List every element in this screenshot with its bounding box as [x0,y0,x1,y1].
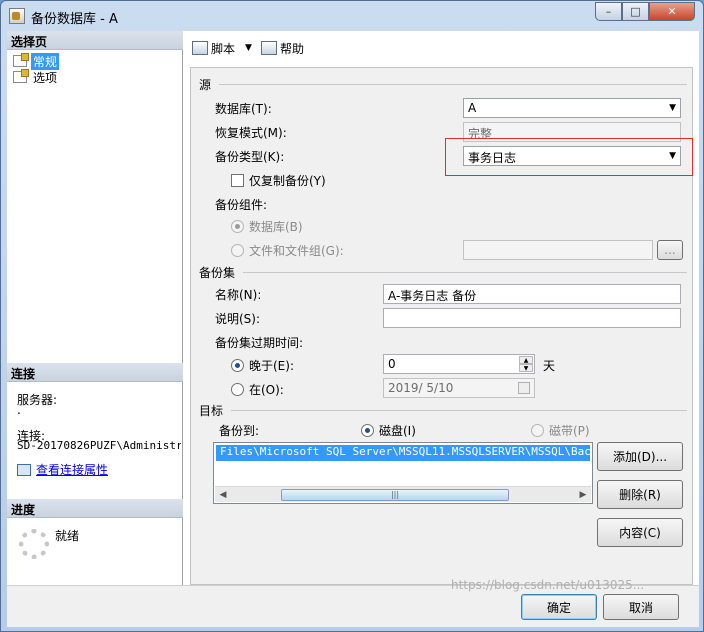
component-database-label: 数据库(B) [249,220,303,234]
page-icon [13,69,29,83]
expire-on-date-picker[interactable]: 2019/ 5/10 [383,378,535,398]
select-page-header: 选择页 [7,31,183,50]
dialog-client: 选择页 常规 选项 连接 服务器: . 连接: SD-20170826PUZF\… [7,31,699,627]
database-select[interactable]: A ▼ [463,98,681,118]
tape-label: 磁带(P) [549,424,590,438]
backup-set-group-label: 备份集 [199,266,236,280]
nav-item-options[interactable]: 选项 [13,69,59,85]
help-label: 帮助 [280,41,305,56]
progress-header: 进度 [7,499,183,518]
title-bar[interactable]: 备份数据库 - A – □ ✕ [1,1,703,31]
toolbar: 脚本 ▼ 帮助 [184,31,699,63]
expires-label: 备份集过期时间: [215,336,304,350]
copy-only-label: 仅复制备份(Y) [249,174,326,188]
help-button[interactable]: 帮助 [261,39,304,57]
chevron-down-icon[interactable]: ▼ [245,43,252,53]
scroll-right-icon[interactable]: ▶ [575,487,591,502]
right-pane: 脚本 ▼ 帮助 源 数据库(T): A ▼ 恢复模式(M): 完整 备份类型(K… [184,31,699,585]
backup-to-label: 备份到: [219,424,260,438]
contents-button[interactable]: 内容(C) [597,518,683,547]
connection-header: 连接 [7,363,183,382]
server-label: 服务器: [17,393,58,407]
server-value: . [17,403,21,417]
recovery-model-label: 恢复模式(M): [215,126,287,140]
add-destination-button[interactable]: 添加(D)... [597,442,683,471]
database-app-icon [9,8,25,24]
remove-destination-button[interactable]: 删除(R) [597,480,683,509]
source-group-label: 源 [199,78,212,92]
close-button[interactable]: ✕ [649,2,695,21]
disk-radio[interactable] [361,424,374,437]
script-icon [192,41,208,55]
maximize-button[interactable]: □ [622,2,649,21]
nav-item-general[interactable]: 常规 [13,52,60,70]
watermark-text: https://blog.csdn.net/u013025... [451,578,645,592]
backup-component-label: 备份组件: [215,198,268,212]
tape-radio[interactable] [531,424,544,437]
copy-only-checkbox[interactable] [231,174,244,187]
chevron-down-icon: ▼ [669,103,676,113]
stepper-buttons[interactable]: ▲ ▼ [519,356,533,372]
component-database-radio[interactable] [231,220,244,233]
component-files-label: 文件和文件组(G): [249,244,344,258]
progress-status: 就绪 [55,529,80,543]
properties-icon [17,463,31,476]
calendar-icon [518,382,530,394]
window-title: 备份数据库 - A [31,12,118,27]
expire-after-radio[interactable] [231,359,244,372]
group-divider [219,84,687,85]
days-unit-label: 天 [543,359,556,373]
files-field [463,240,653,260]
expire-on-value: 2019/ 5/10 [388,381,454,395]
view-connection-properties-text: 查看连接属性 [36,463,109,477]
database-value: A [468,101,477,115]
description-input[interactable] [383,308,681,328]
database-label: 数据库(T): [215,102,272,116]
list-item[interactable]: Files\Microsoft SQL Server\MSSQL11.MSSQL… [216,445,590,461]
script-button[interactable]: 脚本 ▼ [192,39,252,57]
script-label: 脚本 [211,41,236,56]
connection-value: SD-20170826PUZF\Administrat [17,439,181,452]
nav-item-label: 选项 [33,70,58,85]
name-input[interactable]: A-事务日志 备份 [383,284,681,304]
name-label: 名称(N): [215,288,262,302]
expire-after-stepper[interactable]: 0 ▲ ▼ [383,354,535,374]
cancel-button[interactable]: 取消 [603,594,679,620]
view-connection-properties-link[interactable]: 查看连接属性 [17,461,108,478]
expire-on-radio[interactable] [231,383,244,396]
scroll-left-icon[interactable]: ◀ [215,487,231,502]
backup-database-window: 备份数据库 - A – □ ✕ 选择页 常规 选项 连接 服务器: . 连接: … [0,0,704,632]
group-divider [243,272,687,273]
browse-files-button[interactable]: ... [657,240,683,260]
caption-buttons: – □ ✕ [595,2,695,21]
group-divider [231,410,687,411]
expire-after-label: 晚于(E): [249,359,294,373]
destination-group-label: 目标 [199,404,224,418]
expire-after-value: 0 [388,357,396,371]
progress-spinner-icon [19,529,49,559]
nav-item-label: 常规 [31,52,60,70]
destination-listbox[interactable]: Files\Microsoft SQL Server\MSSQL11.MSSQL… [213,442,593,504]
disk-label: 磁盘(I) [379,424,416,438]
horizontal-scrollbar[interactable]: ◀ ||| ▶ [215,486,591,502]
minimize-button[interactable]: – [595,2,622,21]
page-icon [13,53,29,67]
ok-button[interactable]: 确定 [521,594,597,620]
highlight-box [445,138,693,176]
general-page-content: 源 数据库(T): A ▼ 恢复模式(M): 完整 备份类型(K): 事务日志 … [190,67,693,585]
backup-type-label: 备份类型(K): [215,150,285,164]
component-files-radio[interactable] [231,244,244,257]
scroll-thumb[interactable]: ||| [281,489,509,501]
help-icon [261,41,277,55]
expire-on-label: 在(O): [249,383,284,397]
left-pane: 选择页 常规 选项 连接 服务器: . 连接: SD-20170826PUZF\… [7,31,183,585]
description-label: 说明(S): [215,312,261,326]
